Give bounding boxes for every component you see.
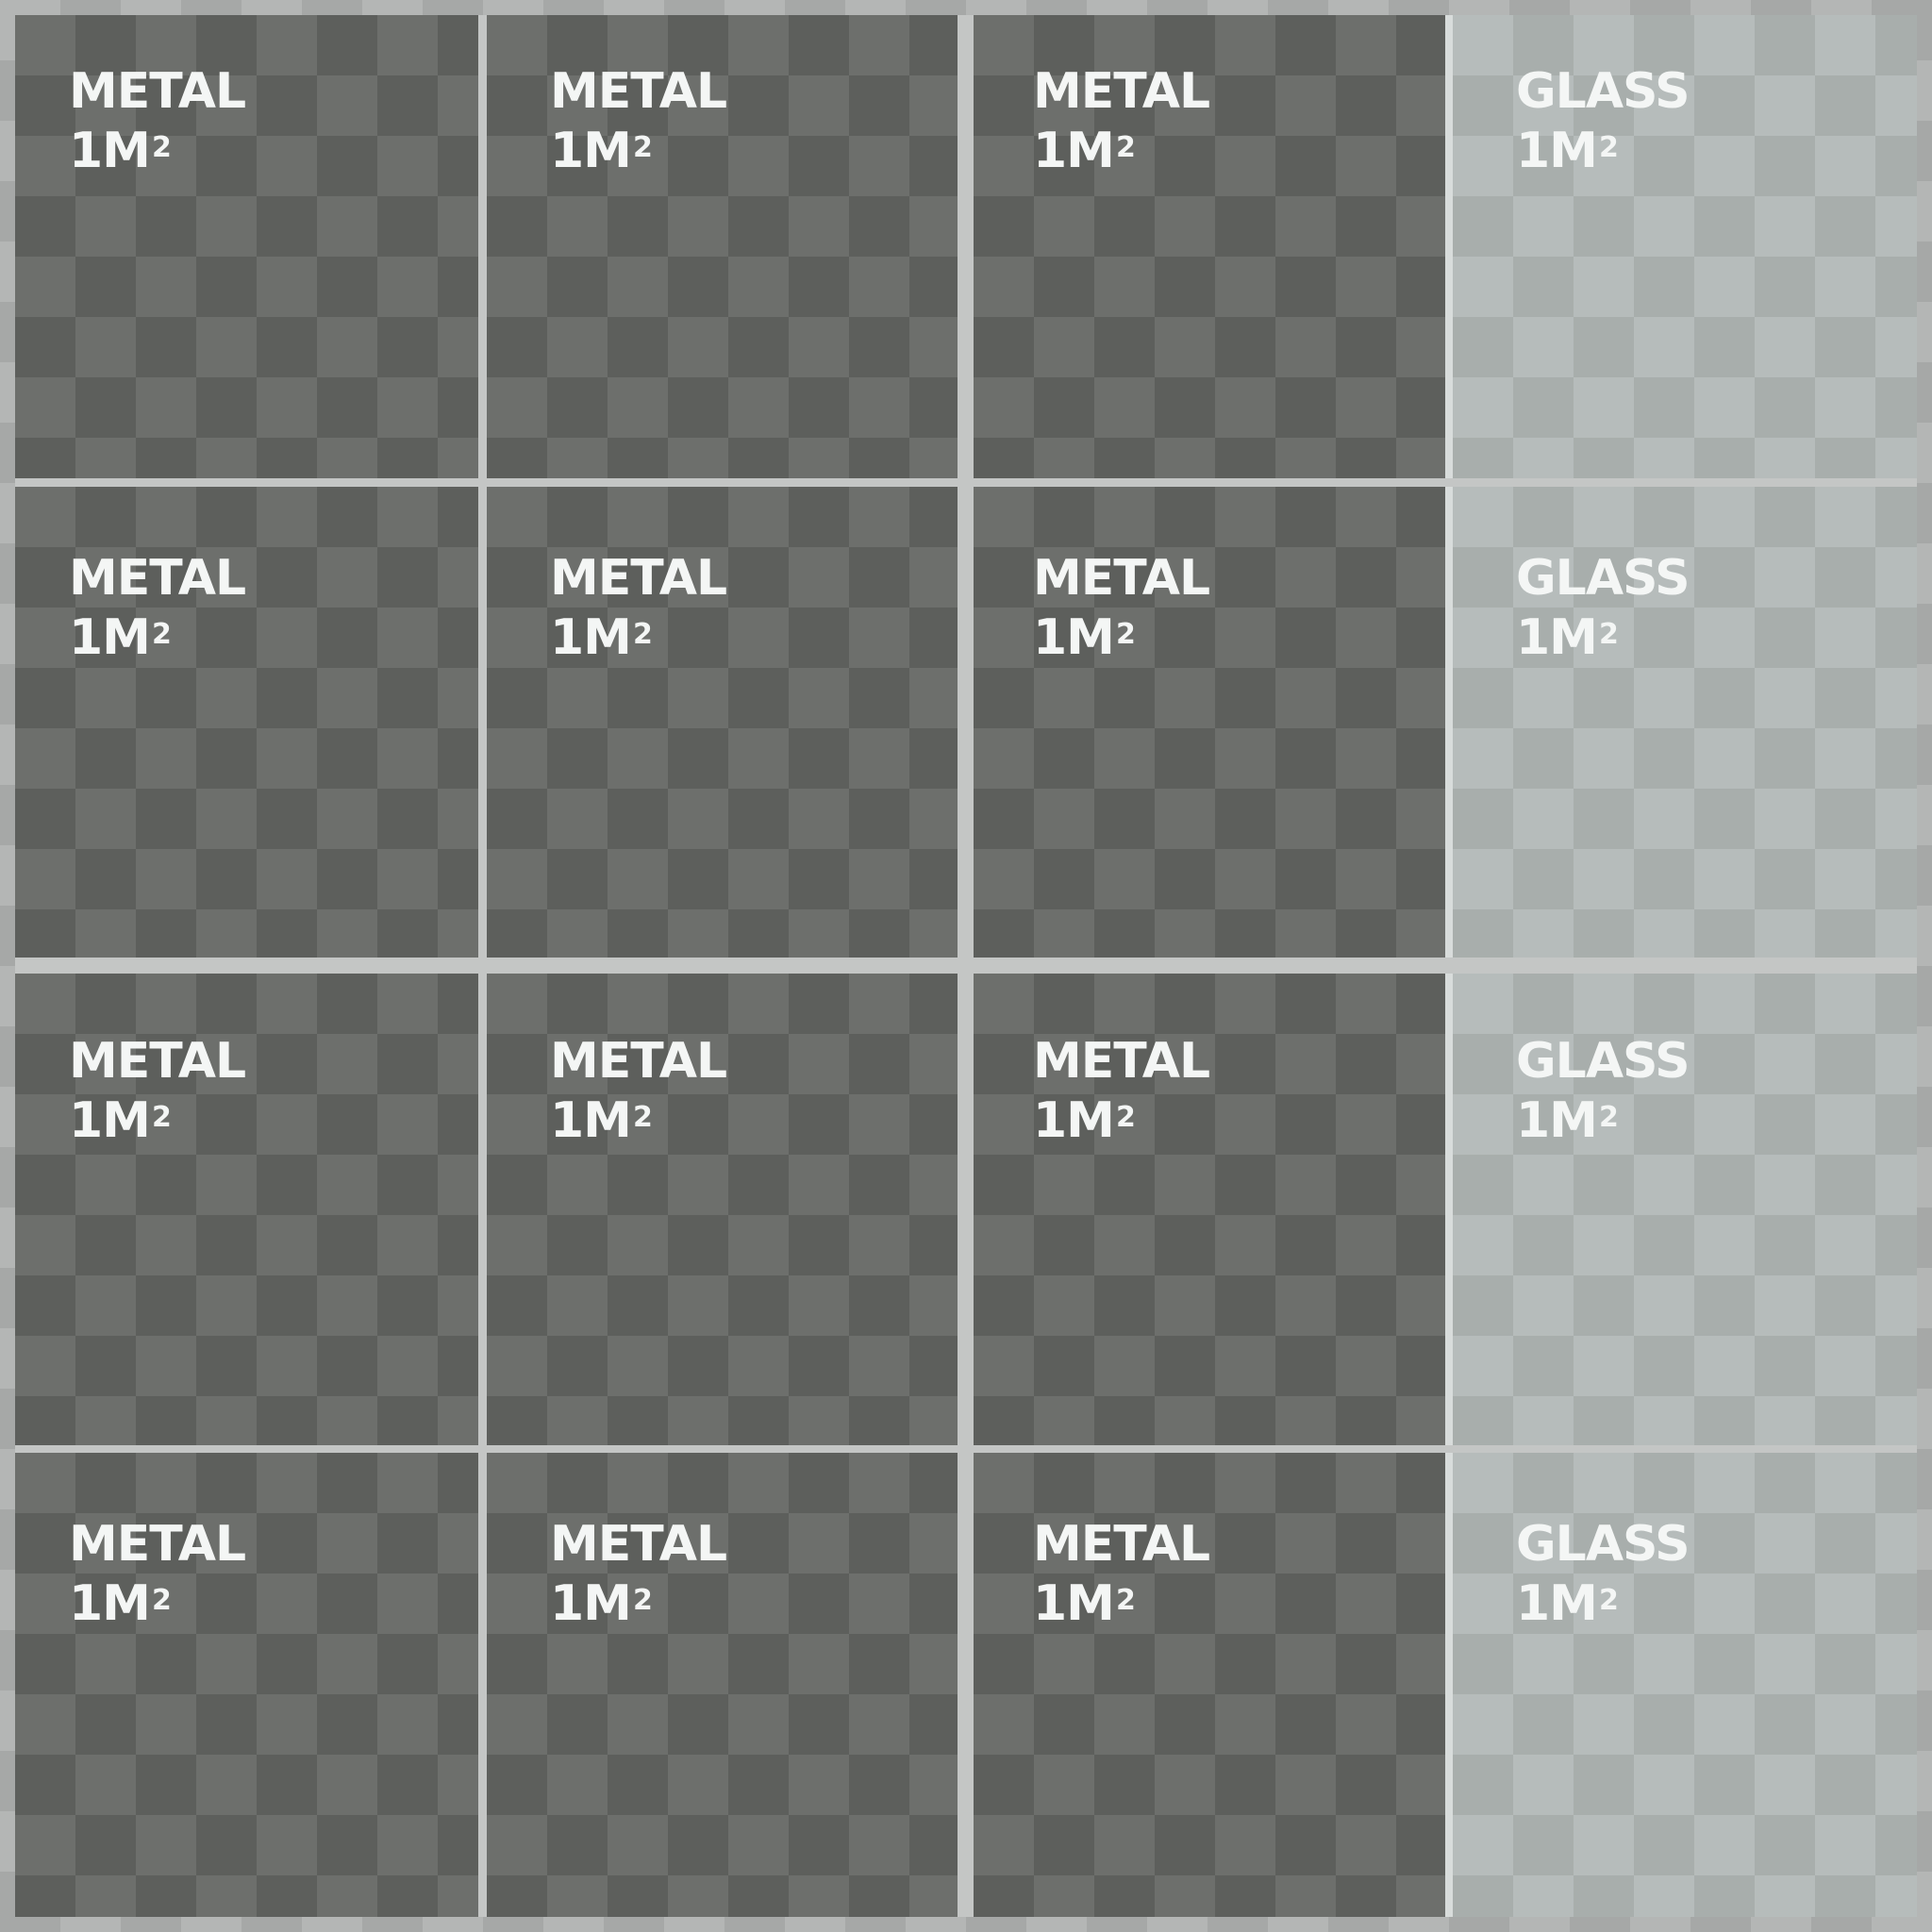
tile-label: METAL 1M2 [69, 62, 246, 181]
metal-tile: METAL 1M2 [487, 487, 958, 958]
material-texture-grid: METAL 1M2 METAL 1M2 METAL 1M2 GLASS 1M2 … [0, 0, 1932, 1932]
metal-tile: METAL 1M2 [974, 974, 1445, 1445]
area-value: 1M2 [1516, 1575, 1619, 1632]
area-exponent: 2 [632, 618, 653, 651]
tile-label: METAL 1M2 [1033, 1032, 1210, 1151]
material-name: METAL [69, 1033, 246, 1090]
tile-label: METAL 1M2 [69, 549, 246, 668]
area-exponent: 2 [632, 1101, 653, 1134]
area-exponent: 2 [151, 1101, 172, 1134]
material-name: METAL [69, 1516, 246, 1573]
area-exponent: 2 [1598, 1101, 1619, 1134]
metal-tile: METAL 1M2 [15, 487, 478, 958]
area-value: 1M2 [550, 1575, 653, 1632]
glass-tile: GLASS 1M2 [1453, 487, 1917, 958]
tile-label: GLASS 1M2 [1516, 549, 1690, 668]
tile-label: METAL 1M2 [1033, 62, 1210, 181]
tile-label: GLASS 1M2 [1516, 1515, 1690, 1634]
area-value: 1M2 [550, 1092, 653, 1149]
glass-tile: GLASS 1M2 [1453, 974, 1917, 1445]
area-value: 1M2 [1516, 1092, 1619, 1149]
tile-label: METAL 1M2 [550, 1032, 727, 1151]
glass-tile: GLASS 1M2 [1453, 1453, 1917, 1917]
area-exponent: 2 [151, 131, 172, 164]
material-name: METAL [550, 1033, 727, 1090]
area-value: 1M2 [1516, 123, 1619, 179]
material-name: METAL [1033, 1516, 1210, 1573]
material-name: GLASS [1516, 1033, 1690, 1090]
tile-label: METAL 1M2 [69, 1032, 246, 1151]
material-name: METAL [550, 550, 727, 607]
area-exponent: 2 [632, 131, 653, 164]
area-exponent: 2 [1115, 1101, 1136, 1134]
metal-tile: METAL 1M2 [974, 1453, 1445, 1917]
tile-label: METAL 1M2 [550, 549, 727, 668]
metal-tile: METAL 1M2 [15, 1453, 478, 1917]
area-value: 1M2 [1516, 609, 1619, 666]
tile-label: GLASS 1M2 [1516, 62, 1690, 181]
area-value: 1M2 [69, 123, 172, 179]
tile-label: METAL 1M2 [1033, 549, 1210, 668]
tile-label: METAL 1M2 [550, 62, 727, 181]
area-value: 1M2 [1033, 609, 1136, 666]
area-exponent: 2 [1115, 618, 1136, 651]
tile-seam [15, 478, 1917, 487]
area-value: 1M2 [1033, 1575, 1136, 1632]
glass-tile: GLASS 1M2 [1453, 15, 1917, 478]
metal-tile: METAL 1M2 [15, 974, 478, 1445]
metal-tile: METAL 1M2 [974, 15, 1445, 478]
material-name: METAL [69, 550, 246, 607]
material-name: METAL [550, 1516, 727, 1573]
tile-label: GLASS 1M2 [1516, 1032, 1690, 1151]
material-name: GLASS [1516, 63, 1690, 120]
material-name: METAL [69, 63, 246, 120]
area-exponent: 2 [632, 1584, 653, 1617]
material-name: METAL [1033, 1033, 1210, 1090]
area-exponent: 2 [1598, 618, 1619, 651]
area-value: 1M2 [1033, 1092, 1136, 1149]
metal-tile: METAL 1M2 [487, 15, 958, 478]
material-name: METAL [1033, 63, 1210, 120]
tile-label: METAL 1M2 [550, 1515, 727, 1634]
metal-tile: METAL 1M2 [487, 1453, 958, 1917]
metal-tile: METAL 1M2 [15, 15, 478, 478]
material-name: METAL [550, 63, 727, 120]
area-exponent: 2 [151, 1584, 172, 1617]
area-value: 1M2 [69, 1092, 172, 1149]
material-name: GLASS [1516, 1516, 1690, 1573]
tile-seam [15, 958, 1917, 974]
material-name: GLASS [1516, 550, 1690, 607]
area-exponent: 2 [1115, 131, 1136, 164]
area-exponent: 2 [1115, 1584, 1136, 1617]
area-value: 1M2 [69, 609, 172, 666]
tile-label: METAL 1M2 [1033, 1515, 1210, 1634]
area-value: 1M2 [69, 1575, 172, 1632]
area-exponent: 2 [1598, 131, 1619, 164]
tile-label: METAL 1M2 [69, 1515, 246, 1634]
metal-tile: METAL 1M2 [974, 487, 1445, 958]
area-exponent: 2 [1598, 1584, 1619, 1617]
metal-tile: METAL 1M2 [487, 974, 958, 1445]
material-name: METAL [1033, 550, 1210, 607]
area-value: 1M2 [550, 609, 653, 666]
area-exponent: 2 [151, 618, 172, 651]
tile-seam [15, 1445, 1917, 1453]
area-value: 1M2 [1033, 123, 1136, 179]
area-value: 1M2 [550, 123, 653, 179]
